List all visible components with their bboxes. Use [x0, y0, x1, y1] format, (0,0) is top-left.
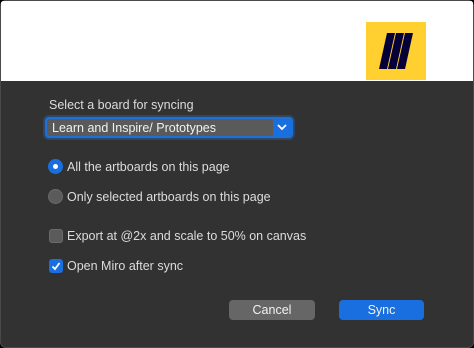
radio-selected-artboards-label: Only selected artboards on this page [67, 190, 271, 204]
board-select-label: Select a board for syncing [49, 98, 194, 112]
sync-dialog: Select a board for syncing Learn and Ins… [0, 0, 474, 348]
checkmark-icon [51, 262, 61, 271]
radio-all-artboards[interactable] [48, 159, 63, 174]
checkbox-open-miro[interactable] [49, 259, 63, 273]
checkbox-export-2x-label: Export at @2x and scale to 50% on canvas [67, 229, 307, 243]
board-select-value: Learn and Inspire/ Prototypes [52, 121, 216, 135]
miro-logo-icon [366, 22, 426, 80]
cancel-button[interactable]: Cancel [229, 300, 315, 320]
board-select-dropdown[interactable] [273, 119, 291, 136]
radio-all-artboards-label: All the artboards on this page [67, 160, 230, 174]
radio-selected-artboards[interactable] [48, 189, 63, 204]
board-select[interactable]: Learn and Inspire/ Prototypes [45, 117, 293, 138]
checkbox-export-2x[interactable] [49, 229, 63, 243]
checkbox-open-miro-label: Open Miro after sync [67, 259, 184, 273]
chevron-down-icon [277, 124, 287, 131]
sync-button[interactable]: Sync [339, 300, 424, 320]
